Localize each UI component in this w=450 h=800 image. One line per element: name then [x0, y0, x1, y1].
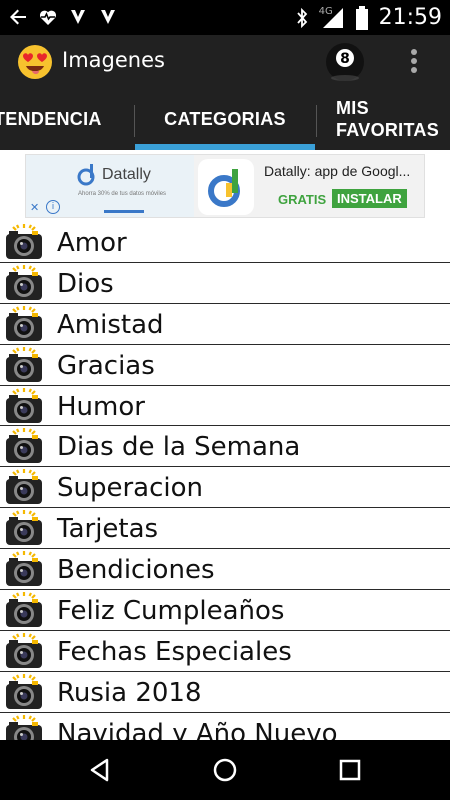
camera-icon	[6, 632, 42, 668]
ad-close-icon[interactable]: ✕	[30, 201, 39, 214]
status-right-icons: 4G 21:59	[295, 5, 442, 30]
svg-text:8: 8	[340, 51, 350, 67]
camera-icon	[6, 224, 42, 259]
ad-container: Datally Ahorra 30% de tus datos móviles …	[0, 150, 450, 222]
camera-icon	[6, 264, 42, 300]
navigation-bar	[0, 740, 450, 800]
status-left-icons	[8, 7, 118, 27]
ad-logo: Datally	[76, 164, 151, 186]
ad-title[interactable]: Datally: app de Googl...	[264, 163, 410, 179]
back-arrow-icon	[10, 9, 26, 25]
app-title: Imagenes	[62, 48, 165, 72]
home-circle-icon[interactable]	[210, 755, 240, 785]
app-notification-icon	[71, 10, 85, 24]
ad-banner[interactable]: Datally Ahorra 30% de tus datos móviles …	[25, 154, 425, 218]
tab-bar: TENDENCIA CATEGORIAS MIS FAVORITAS	[0, 88, 450, 150]
tab-divider	[316, 105, 317, 137]
more-vert-icon[interactable]	[402, 46, 426, 76]
category-label: Dios	[57, 268, 114, 299]
category-label: Bendiciones	[57, 555, 215, 586]
tab-label-line2: FAVORITAS	[336, 120, 440, 140]
category-row[interactable]: Bendiciones	[0, 549, 450, 591]
network-type: 4G	[318, 5, 333, 17]
tab-mis-favoritas[interactable]: MIS FAVORITAS	[336, 88, 450, 150]
category-label: Dias de la Semana	[57, 432, 301, 463]
camera-icon	[6, 387, 42, 423]
heart-monitor-icon	[39, 10, 57, 25]
camera-icon	[6, 714, 42, 740]
camera-icon	[6, 510, 42, 546]
signal-icon: 4G	[319, 6, 345, 30]
category-row[interactable]: Gracias	[0, 345, 450, 386]
category-row[interactable]: Superacion	[0, 467, 450, 509]
category-label: Gracias	[57, 350, 155, 381]
camera-icon	[6, 469, 42, 505]
datally-logo-icon	[77, 164, 95, 186]
ad-info-icon[interactable]: i	[46, 200, 60, 214]
category-label: Fechas Especiales	[57, 636, 292, 667]
camera-icon	[6, 428, 42, 464]
status-bar: 4G 21:59	[0, 0, 450, 35]
ad-accent-bar	[104, 210, 144, 213]
camera-icon	[6, 551, 42, 587]
category-label: Rusia 2018	[57, 677, 202, 708]
camera-icon	[6, 673, 42, 709]
category-row[interactable]: Dios	[0, 263, 450, 304]
category-label: Humor	[57, 391, 145, 422]
category-label: Superacion	[57, 473, 204, 504]
camera-icon	[6, 305, 42, 341]
category-row[interactable]: Humor	[0, 386, 450, 427]
battery-icon	[355, 5, 368, 30]
category-row[interactable]: Amor	[0, 222, 450, 263]
camera-icon	[6, 346, 42, 382]
clock: 21:59	[378, 5, 442, 30]
category-label: Navidad y Año Nuevo	[57, 718, 338, 740]
category-row[interactable]: Navidad y Año Nuevo	[0, 713, 450, 740]
ad-install-button[interactable]: INSTALAR	[332, 189, 407, 208]
category-label: Feliz Cumpleaños	[57, 596, 285, 627]
app-bar: Imagenes 8	[0, 35, 450, 88]
back-triangle-icon[interactable]	[85, 755, 115, 785]
camera-icon	[6, 592, 42, 628]
tab-categorias[interactable]: CATEGORIAS	[135, 88, 315, 150]
category-row[interactable]: Dias de la Semana	[0, 426, 450, 468]
ad-price: GRATIS	[278, 192, 327, 207]
category-row[interactable]: Rusia 2018	[0, 672, 450, 713]
category-label: Tarjetas	[57, 514, 159, 545]
ad-small-text: Ahorra 30% de tus datos móviles	[78, 191, 167, 197]
heart-eyes-emoji-icon	[18, 45, 52, 79]
ad-brand: Datally	[102, 166, 151, 183]
category-row[interactable]: Tarjetas	[0, 508, 450, 550]
tab-label: TENDENCIA	[0, 108, 102, 129]
recents-square-icon[interactable]	[335, 755, 365, 785]
tab-tendencia[interactable]: TENDENCIA	[0, 88, 134, 150]
category-list[interactable]: Amor Dios Amistad Gracias Humor Dias de la Se…	[0, 222, 450, 740]
category-row[interactable]: Amistad	[0, 304, 450, 345]
app-notification-icon	[101, 10, 115, 24]
category-row[interactable]: Fechas Especiales	[0, 631, 450, 672]
bluetooth-icon	[296, 7, 307, 28]
category-label: Amistad	[57, 309, 164, 340]
magic-8-ball-icon[interactable]: 8	[324, 40, 366, 82]
tab-label-line1: MIS	[336, 98, 369, 118]
tab-label: CATEGORIAS	[164, 108, 286, 129]
category-label: Amor	[57, 228, 127, 258]
category-row[interactable]: Feliz Cumpleaños	[0, 590, 450, 631]
datally-app-icon	[198, 159, 254, 215]
